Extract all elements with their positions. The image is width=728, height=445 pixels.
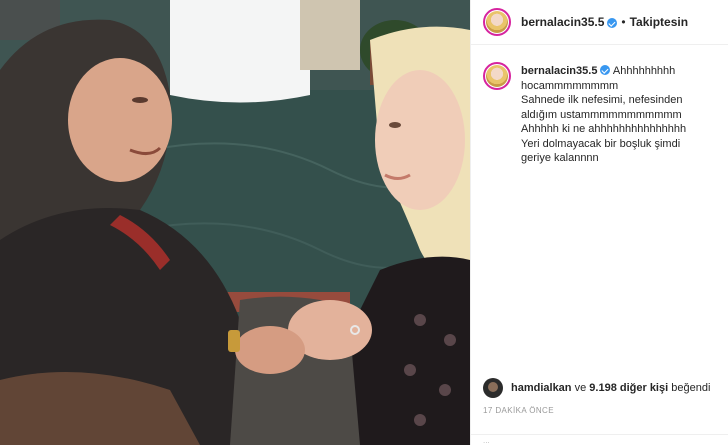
caption-avatar[interactable] <box>483 62 511 90</box>
likes-text: hamdialkan ve 9.198 diğer kişi beğendi <box>511 382 710 394</box>
caption-line: Ahhhhhhhhh <box>612 65 676 77</box>
avatar-image <box>486 65 508 87</box>
likes-count-link[interactable]: 9.198 diğer kişi <box>589 382 668 394</box>
profile-avatar[interactable] <box>483 8 511 36</box>
liker-avatar[interactable] <box>483 378 503 398</box>
verified-badge-icon <box>607 18 618 28</box>
caption-username[interactable]: bernalacin35.5 <box>521 65 597 77</box>
instagram-post: bernalacin35.5 • Takiptesin bernalacin35… <box>0 0 728 445</box>
avatar-image <box>486 11 508 33</box>
post-photo-illustration <box>0 0 470 445</box>
post-header: bernalacin35.5 • Takiptesin <box>471 0 728 45</box>
liker-username[interactable]: hamdialkan <box>511 382 572 394</box>
header-username[interactable]: bernalacin35.5 <box>521 15 604 29</box>
post-timestamp[interactable]: 17 DAKİKA ÖNCE <box>483 406 554 415</box>
likes-row: hamdialkan ve 9.198 diğer kişi beğendi <box>483 378 719 398</box>
caption-line: aldığım ustammmmmmmmmmm <box>521 108 682 121</box>
caption-line: Yeri dolmayacak bir boşluk şimdi <box>521 137 681 150</box>
caption-line: geriye kalannnn <box>521 152 599 164</box>
caption-line: hocammmmmmmm <box>521 79 619 92</box>
post-caption: bernalacin35.5 Ahhhhhhhhh hocammmmmmmm S… <box>483 62 719 166</box>
post-photo[interactable] <box>0 0 470 445</box>
likes-suffix: beğendi <box>671 382 711 394</box>
caption-body: bernalacin35.5 Ahhhhhhhhh hocammmmmmmm S… <box>521 64 686 166</box>
header-separator: • <box>621 15 626 29</box>
caption-line: Sahnede ilk nefesimi, nefesinden <box>521 94 683 106</box>
comment-bar[interactable]: ... <box>471 434 728 445</box>
likes-connector: ve <box>574 382 587 394</box>
following-button[interactable]: Takiptesin <box>630 15 688 29</box>
comment-input[interactable]: ... <box>483 436 490 445</box>
post-side-panel: bernalacin35.5 • Takiptesin bernalacin35… <box>470 0 728 445</box>
caption-line: Ahhhhh ki ne ahhhhhhhhhhhhhhh <box>521 123 687 135</box>
verified-badge-icon <box>600 65 611 75</box>
